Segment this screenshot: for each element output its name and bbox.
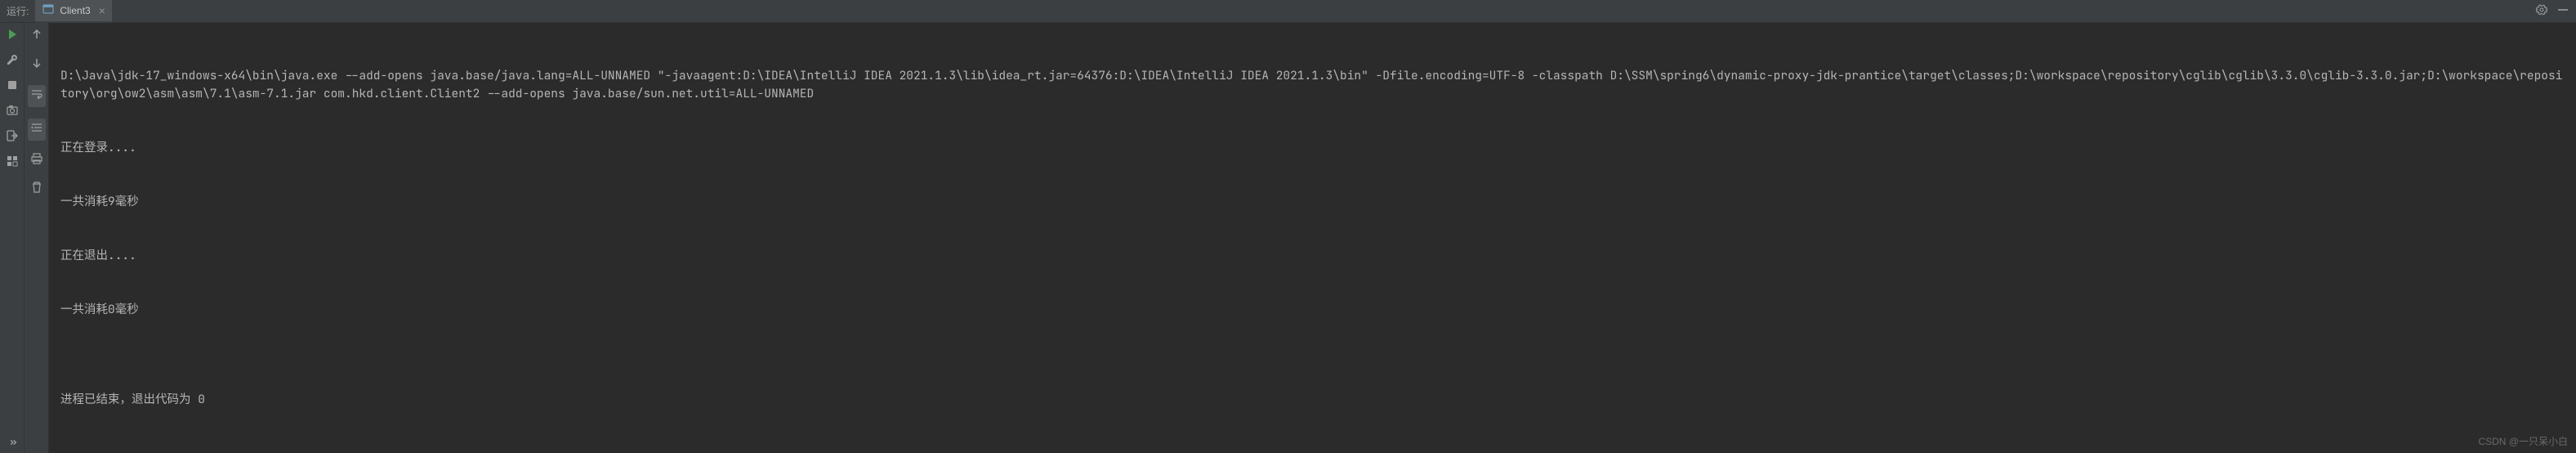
down-icon[interactable] xyxy=(30,56,43,74)
stop-icon[interactable] xyxy=(6,78,19,96)
console-line: 进程已结束，退出代码为 0 xyxy=(60,391,2565,409)
wrench-icon[interactable] xyxy=(6,53,19,70)
run-tab-client3[interactable]: Client3 × xyxy=(35,0,112,23)
up-icon[interactable] xyxy=(30,28,43,45)
run-label: 运行: xyxy=(7,4,29,18)
run-tab-bar: 运行: Client3 × xyxy=(0,0,2576,23)
scroll-to-end-icon[interactable] xyxy=(28,119,46,141)
console-toolbar xyxy=(25,23,49,453)
console-line: 正在登录.... xyxy=(60,139,2565,157)
watermark-text: CSDN @一只呆小白 xyxy=(2478,434,2568,448)
left-gutter-run-controls xyxy=(0,23,25,453)
console-line: 一共消耗9毫秒 xyxy=(60,193,2565,211)
minimize-icon[interactable] xyxy=(2556,3,2569,19)
print-icon[interactable] xyxy=(30,152,43,169)
camera-icon[interactable] xyxy=(6,104,19,121)
console-line: D:\Java\jdk-17_windows-x64\bin\java.exe … xyxy=(60,67,2565,103)
close-tab-icon[interactable]: × xyxy=(99,5,105,16)
layout-icon[interactable] xyxy=(6,155,19,172)
console-output[interactable]: D:\Java\jdk-17_windows-x64\bin\java.exe … xyxy=(49,23,2576,453)
console-line: 正在退出.... xyxy=(60,247,2565,265)
console-line: 一共消耗0毫秒 xyxy=(60,301,2565,319)
run-panel-main: D:\Java\jdk-17_windows-x64\bin\java.exe … xyxy=(0,23,2576,453)
app-icon xyxy=(42,2,55,18)
expand-icon[interactable] xyxy=(0,432,25,453)
soft-wrap-icon[interactable] xyxy=(28,85,46,107)
run-icon[interactable] xyxy=(6,28,19,45)
trash-icon[interactable] xyxy=(30,181,43,198)
exit-icon[interactable] xyxy=(6,129,19,146)
tab-label: Client3 xyxy=(60,5,90,16)
gear-icon[interactable] xyxy=(2535,3,2548,19)
